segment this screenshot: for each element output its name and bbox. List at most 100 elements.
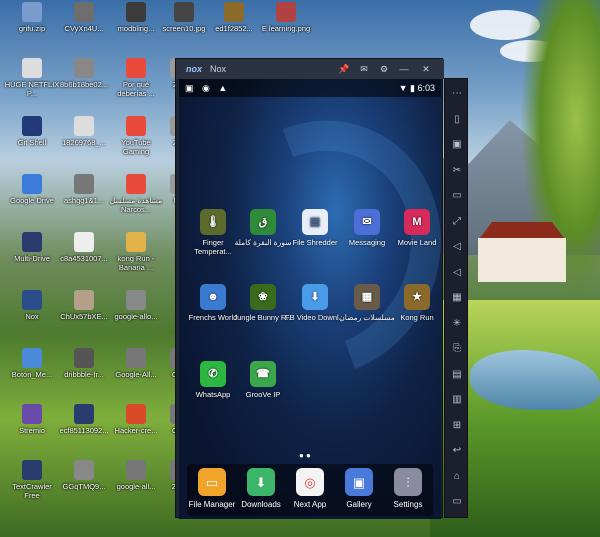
file-icon <box>126 460 146 480</box>
sidebar-tool-icon[interactable]: ▥ <box>445 391 469 409</box>
file-icon <box>126 290 146 310</box>
desktop-icon[interactable]: ashgg1&1... <box>56 174 112 205</box>
desktop-icon[interactable]: 18269768_... <box>56 116 112 147</box>
file-icon <box>126 232 146 252</box>
file-icon <box>126 348 146 368</box>
dock-app[interactable]: ⫶ Settings <box>383 468 433 509</box>
desktop-icon[interactable]: ChUx57bXE... <box>56 290 112 321</box>
file-icon <box>74 232 94 252</box>
sidebar-tool-icon[interactable]: ▦ <box>445 289 469 307</box>
app-shortcut[interactable]: ☎ GrooVe IP <box>233 361 293 399</box>
sidebar-tool-icon[interactable]: ▯ <box>445 111 469 129</box>
sidebar-tool-icon[interactable]: ↩ <box>445 442 469 460</box>
app-label: Movie Land <box>397 238 437 247</box>
app-shortcut[interactable]: ★ Kong Run <box>387 284 441 322</box>
sidebar-tool-icon[interactable]: ⋯ <box>445 85 469 103</box>
dock-app[interactable]: ⬇ Downloads <box>236 468 286 509</box>
sidebar-tool-icon[interactable]: ✳ <box>445 315 469 333</box>
desktop-icon-label: c8a4531007... <box>60 254 108 263</box>
desktop-icon[interactable]: Botón_Me... <box>4 348 60 379</box>
dock-app[interactable]: ▣ Gallery <box>334 468 384 509</box>
file-icon <box>22 290 42 310</box>
sidebar-tool-icon[interactable]: ▭ <box>445 493 469 511</box>
desktop-icon[interactable]: dribbble-fr... <box>56 348 112 379</box>
file-icon <box>276 2 296 22</box>
desktop-icon[interactable]: screen10.jpg <box>156 2 212 33</box>
wallpaper-house <box>472 222 572 282</box>
desktop-icon[interactable]: E learning.png <box>258 2 314 33</box>
app-icon: ✆ <box>200 361 226 387</box>
status-notifications: ▣ ◉ ▲ <box>185 82 231 93</box>
nox-logo: nox <box>186 64 203 74</box>
pin-icon[interactable]: 📌 <box>338 63 350 75</box>
minimize-icon[interactable]: — <box>398 63 410 75</box>
file-icon <box>126 404 146 424</box>
desktop-icon-label: CVyXn4U... <box>64 24 104 33</box>
sidebar-tool-icon[interactable]: ◁ <box>445 264 469 282</box>
app-label: Kong Run <box>400 313 434 322</box>
dock-app-icon: ◎ <box>296 468 324 496</box>
nox-window[interactable]: nox Nox 📌 ✉ ⚙ — ✕ ▣ ◉ ▲ ▼ ▮ 6:03 🌡 Finger… <box>175 58 444 519</box>
app-shortcut[interactable]: M Movie Land <box>387 209 441 247</box>
file-icon <box>126 116 146 136</box>
app-shortcut[interactable]: ❀ Jungle Bunny R... <box>233 284 293 322</box>
sidebar-tool-icon[interactable]: ⊞ <box>445 417 469 435</box>
file-icon <box>126 174 146 194</box>
file-icon <box>22 404 42 424</box>
gear-icon[interactable]: ⚙ <box>378 63 390 75</box>
android-screen[interactable]: ▣ ◉ ▲ ▼ ▮ 6:03 🌡 Finger Temperat... ق سورة … <box>179 79 441 519</box>
file-icon <box>74 290 94 310</box>
sidebar-tool-icon[interactable]: ▭ <box>445 187 469 205</box>
sidebar-tool-icon[interactable]: ⌂ <box>445 468 469 486</box>
desktop-icon[interactable]: c8a4531007... <box>56 232 112 263</box>
desktop-icon[interactable]: Google Drive <box>4 174 60 205</box>
app-icon: M <box>404 209 430 235</box>
dock-app[interactable]: ◎ Next App <box>285 468 335 509</box>
desktop-icon[interactable]: Stremio <box>4 404 60 435</box>
desktop-icon[interactable]: ed1f2852... <box>206 2 262 33</box>
file-icon <box>74 2 94 22</box>
file-icon <box>22 232 42 252</box>
desktop-icon[interactable]: GGqTMQ9... <box>56 460 112 491</box>
app-label: File Shredder <box>292 238 338 247</box>
desktop-icon[interactable]: ecf85113092... <box>56 404 112 435</box>
file-icon <box>22 348 42 368</box>
sidebar-tool-icon[interactable]: ⤢ <box>445 213 469 231</box>
desktop-icon-label: Nox <box>25 312 39 321</box>
file-icon <box>74 404 94 424</box>
desktop-icon[interactable]: Nox <box>4 290 60 321</box>
desktop-icon[interactable]: TextCrawler Free <box>4 460 60 500</box>
dock-app[interactable]: ▭ File Manager <box>187 468 237 509</box>
app-label: Jungle Bunny R... <box>233 313 293 322</box>
page-indicator: ● ● <box>299 451 311 460</box>
file-icon <box>22 58 42 78</box>
desktop-icon[interactable]: Git Shell <box>4 116 60 147</box>
sidebar-tool-icon[interactable]: ✂ <box>445 162 469 180</box>
desktop-icon[interactable]: Multi-Drive <box>4 232 60 263</box>
app-shortcut[interactable]: ⬇ FB Video Downl... <box>285 284 345 322</box>
desktop-icon[interactable]: 8b6b18be02... <box>56 58 112 89</box>
app-shortcut[interactable]: ق سورة البقرة كاملة <box>233 209 293 247</box>
dock-app-label: Next App <box>293 500 327 509</box>
app-label: FB Video Downl... <box>285 313 345 322</box>
desktop-icon[interactable]: google-allo... <box>108 290 164 321</box>
nox-titlebar[interactable]: nox Nox 📌 ✉ ⚙ — ✕ <box>176 59 444 79</box>
desktop-icon-label: HUGE NETFLIX P... <box>4 80 60 98</box>
desktop-icon-label: ashgg1&1... <box>63 196 105 205</box>
file-icon <box>224 2 244 22</box>
file-icon <box>74 460 94 480</box>
app-shortcut[interactable]: ▤ File Shredder <box>285 209 345 247</box>
desktop-icon[interactable]: kong Run - Banana ... <box>108 232 164 272</box>
desktop-icon-label: Stremio <box>19 426 45 435</box>
sidebar-tool-icon[interactable]: ▣ <box>445 136 469 154</box>
desktop-icon-label: Google Drive <box>10 196 54 205</box>
file-icon <box>22 174 42 194</box>
desktop-icon[interactable]: grifu.zip <box>4 2 60 33</box>
desktop-icon[interactable]: HUGE NETFLIX P... <box>4 58 60 98</box>
mail-icon[interactable]: ✉ <box>358 63 370 75</box>
sidebar-tool-icon[interactable]: ⎘ <box>445 340 469 358</box>
desktop-icon[interactable]: CVyXn4U... <box>56 2 112 33</box>
sidebar-tool-icon[interactable]: ▤ <box>445 366 469 384</box>
close-icon[interactable]: ✕ <box>420 63 432 75</box>
sidebar-tool-icon[interactable]: ◁ <box>445 238 469 256</box>
